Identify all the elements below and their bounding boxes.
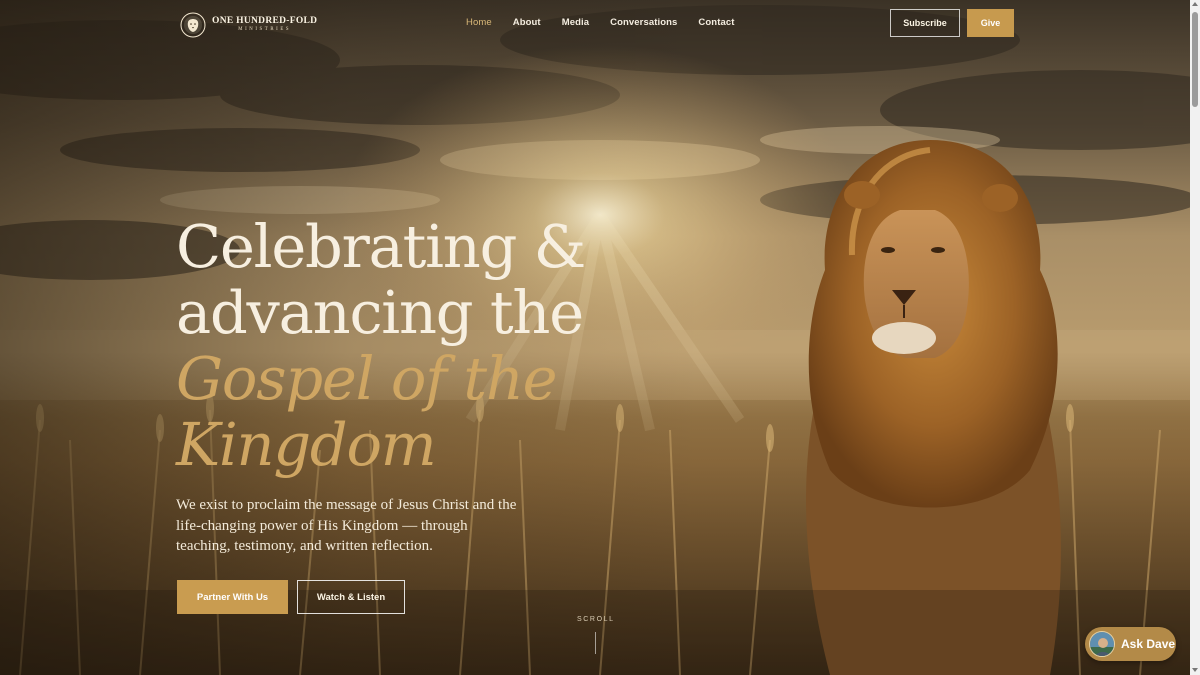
brand-name: ONE HUNDRED-FOLD [212,15,318,26]
ask-dave-label: Ask Dave [1121,637,1176,651]
scroll-hint: SCROLL [577,616,615,623]
hero-title-line-2: advancing the [176,278,584,347]
hero-title: Celebrating & advancing the Gospel of th… [176,214,696,478]
watch-and-listen-button[interactable]: Watch & Listen [297,580,405,614]
hero-description: We exist to proclaim the message of Jesu… [176,497,517,555]
scroll-up-arrow-icon[interactable] [1192,2,1198,6]
hero-title-accent-2: Kingdom [176,410,437,479]
give-button[interactable]: Give [967,9,1014,37]
nav-about[interactable]: About [513,17,541,28]
hero-title-line-1: Celebrating & [176,212,586,281]
brand-subtitle: MINISTRIES [238,27,292,33]
site-logo[interactable]: ONE HUNDRED-FOLD MINISTRIES [180,12,317,38]
page-scrollbar[interactable] [1190,0,1200,675]
hero-title-accent-1: Gospel of the [176,344,558,413]
nav-home[interactable]: Home [466,17,492,28]
scrollbar-thumb[interactable] [1192,12,1198,107]
main-nav: Home About Media Conversations Contact [466,17,734,28]
nav-contact[interactable]: Contact [698,17,734,28]
scroll-down-arrow-icon[interactable] [1192,668,1198,672]
subscribe-button[interactable]: Subscribe [890,9,960,37]
avatar-icon [1089,631,1115,657]
nav-media[interactable]: Media [562,17,589,28]
partner-with-us-button[interactable]: Partner With Us [177,580,288,614]
nav-conversations[interactable]: Conversations [610,17,677,28]
scroll-indicator-line [595,632,596,654]
ask-dave-chat-button[interactable]: Ask Dave [1085,627,1176,661]
lion-crest-icon [180,12,206,38]
